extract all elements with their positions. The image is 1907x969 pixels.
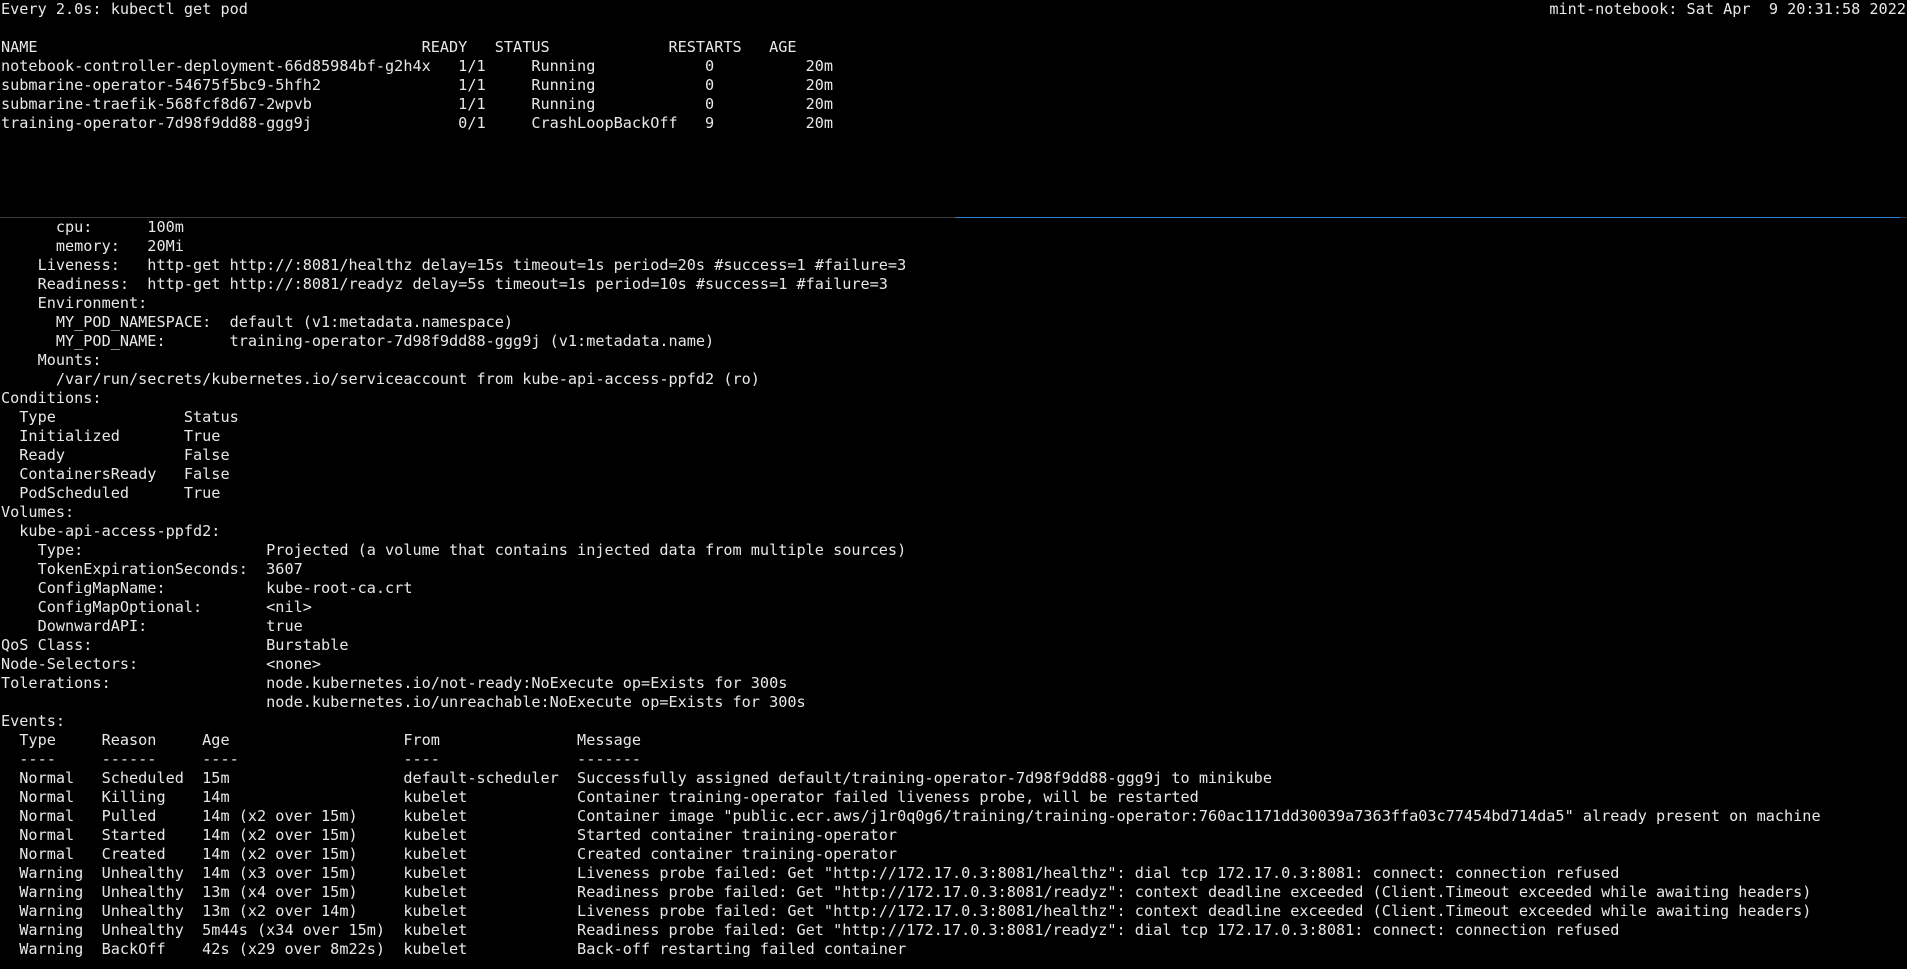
event-row: Normal Scheduled 15m default-scheduler S… [1, 769, 1272, 787]
condition-row: PodScheduled True [1, 484, 221, 502]
condition-row: Initialized True [1, 427, 221, 445]
event-row: Normal Started 14m (x2 over 15m) kubelet… [1, 826, 898, 844]
output-line: Liveness: http-get http://:8081/healthz … [1, 256, 907, 274]
output-line: ConfigMapOptional: <nil> [1, 598, 312, 616]
pod-row: notebook-controller-deployment-66d85984b… [1, 57, 834, 75]
output-line: MY_POD_NAMESPACE: default (v1:metadata.n… [1, 313, 514, 331]
event-row: Warning Unhealthy 14m (x3 over 15m) kube… [1, 864, 1620, 882]
events-header: Type Reason Age From Message [1, 731, 642, 749]
conditions-header: Type Status [1, 408, 239, 426]
condition-row: Ready False [1, 446, 230, 464]
event-row: Warning Unhealthy 13m (x2 over 14m) kube… [1, 902, 1812, 920]
host-timestamp: mint-notebook: Sat Apr 9 20:31:58 2022 [1549, 0, 1906, 18]
event-row: Warning Unhealthy 5m44s (x34 over 15m) k… [1, 921, 1620, 939]
section-title: Conditions: [1, 389, 102, 407]
pod-row: submarine-operator-54675f5bc9-5hfh2 1/1 … [1, 76, 834, 94]
condition-row: ContainersReady False [1, 465, 230, 483]
output-line: MY_POD_NAME: training-operator-7d98f9dd8… [1, 332, 715, 350]
output-line: /var/run/secrets/kubernetes.io/serviceac… [1, 370, 760, 388]
output-line: node.kubernetes.io/unreachable:NoExecute… [1, 693, 806, 711]
events-section: Events: Type Reason Age From Message ---… [0, 712, 1907, 959]
output-line: TokenExpirationSeconds: 3607 [1, 560, 303, 578]
output-line: Environment: [1, 294, 148, 312]
output-line: Mounts: [1, 351, 102, 369]
describe-pane[interactable]: cpu: 100m memory: 20Mi Liveness: http-ge… [0, 218, 1907, 969]
watch-command: Every 2.0s: kubectl get pod [1, 0, 248, 18]
event-row: Normal Created 14m (x2 over 15m) kubelet… [1, 845, 898, 863]
volumes-section: Volumes: kube-api-access-ppfd2: Type: Pr… [0, 503, 1907, 712]
watch-pane[interactable]: Every 2.0s: kubectl get pod mint-noteboo… [0, 0, 1907, 217]
output-line: Tolerations: node.kubernetes.io/not-read… [1, 674, 788, 692]
event-row: Warning BackOff 42s (x29 over 8m22s) kub… [1, 940, 907, 958]
watch-header: Every 2.0s: kubectl get pod mint-noteboo… [0, 0, 1907, 19]
pod-table-header: NAME READY STATUS RESTARTS AGE [1, 38, 797, 56]
output-line: Type: Projected (a volume that contains … [1, 541, 907, 559]
output-line: kube-api-access-ppfd2: [1, 522, 221, 540]
pod-row: submarine-traefik-568fcf8d67-2wpvb 1/1 R… [1, 95, 834, 113]
container-details: cpu: 100m memory: 20Mi Liveness: http-ge… [0, 218, 1907, 389]
event-row: Normal Pulled 14m (x2 over 15m) kubelet … [1, 807, 1821, 825]
events-header-rule: ---- ------ ---- ---- ------- [1, 750, 642, 768]
pod-row: training-operator-7d98f9dd88-ggg9j 0/1 C… [1, 114, 834, 132]
section-title: Volumes: [1, 503, 75, 521]
event-row: Normal Killing 14m kubelet Container tra… [1, 788, 1199, 806]
output-line: Node-Selectors: <none> [1, 655, 322, 673]
pod-table: NAME READY STATUS RESTARTS AGE notebook-… [0, 19, 1907, 133]
output-line: DownwardAPI: true [1, 617, 303, 635]
output-line: Readiness: http-get http://:8081/readyz … [1, 275, 888, 293]
output-line: memory: 20Mi [1, 237, 184, 255]
output-line: ConfigMapName: kube-root-ca.crt [1, 579, 413, 597]
output-line: QoS Class: Burstable [1, 636, 349, 654]
section-title: Events: [1, 712, 66, 730]
event-row: Warning Unhealthy 13m (x4 over 15m) kube… [1, 883, 1812, 901]
conditions-section: Conditions: Type Status Initialized True… [0, 389, 1907, 503]
output-line: cpu: 100m [1, 218, 184, 236]
